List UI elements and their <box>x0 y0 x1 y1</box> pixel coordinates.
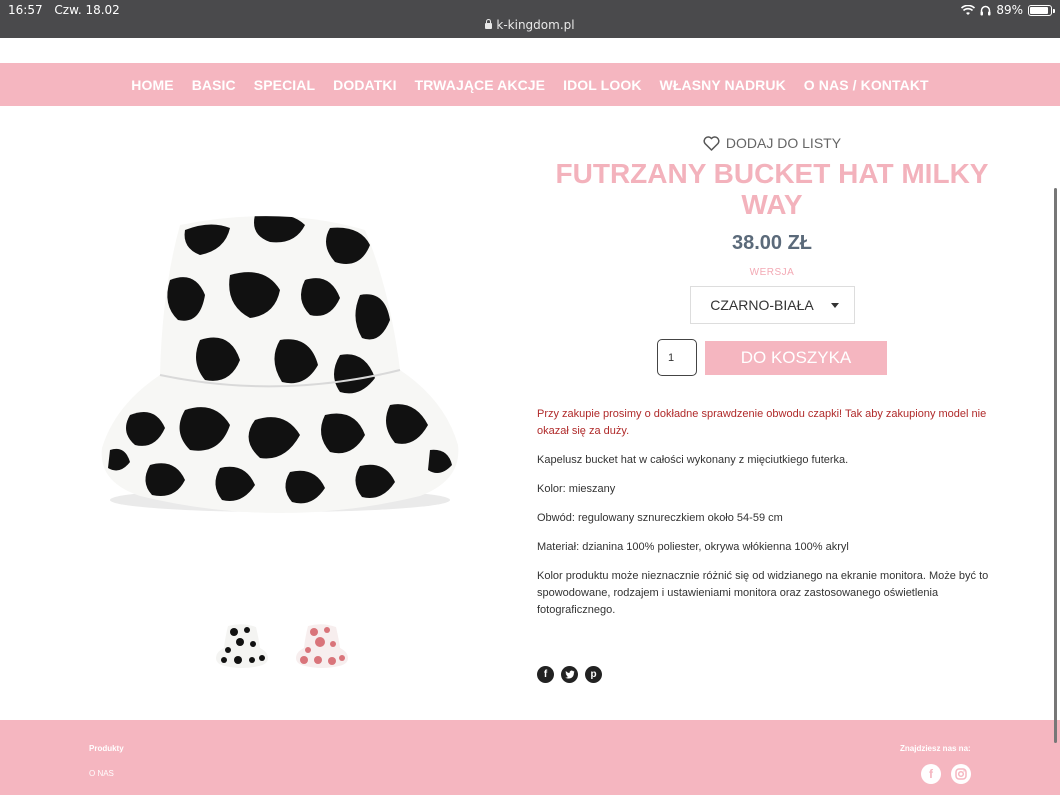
add-to-wishlist[interactable]: DODAJ DO LISTY <box>537 130 1007 156</box>
status-time: 16:57 <box>8 3 43 17</box>
nav-item-special[interactable]: SPECIAL <box>254 77 315 93</box>
nav-item-basic[interactable]: BASIC <box>192 77 236 93</box>
facebook-icon[interactable]: f <box>537 666 554 683</box>
product-title: FUTRZANY BUCKET HAT MILKY WAY <box>555 158 989 220</box>
variant-select[interactable]: CZARNO-BIAŁA <box>689 286 855 324</box>
thumbnail-list <box>214 620 350 670</box>
nav-item-idol-look[interactable]: IDOL LOOK <box>563 77 641 93</box>
pinterest-icon[interactable]: p <box>585 666 602 683</box>
status-icons: 89% <box>961 3 1055 17</box>
heart-icon <box>703 135 720 151</box>
variant-selected: CZARNO-BIAŁA <box>710 297 814 313</box>
battery-icon <box>1028 4 1055 16</box>
wishlist-label: DODAJ DO LISTY <box>725 135 842 151</box>
quantity-input[interactable]: 1 <box>657 339 697 376</box>
battery-fill <box>1030 6 1048 14</box>
add-to-cart-button[interactable]: DO KOSZYKA <box>705 340 887 375</box>
buy-row: 1 DO KOSZYKA <box>537 339 1007 376</box>
description-color: Kolor: mieszany <box>537 483 616 495</box>
product-image[interactable] <box>90 200 470 520</box>
product-description: Przy zakupie prosimy o dokładne sprawdze… <box>537 406 1007 619</box>
nav-item-nadruk[interactable]: WŁASNY NADRUK <box>660 77 786 93</box>
description-circumference: Obwód: regulowany sznureczkiem około 54-… <box>537 512 783 524</box>
wifi-icon <box>961 4 976 15</box>
page-scrollbar[interactable] <box>1054 188 1057 743</box>
nav-item-dodatki[interactable]: DODATKI <box>333 77 396 93</box>
nav-item-akcje[interactable]: TRWAJĄCE AKCJE <box>415 77 546 93</box>
footer-find-us: Znajdziesz nas na: <box>900 744 971 753</box>
share-icons: f p <box>537 666 602 683</box>
status-time-date: 16:57 Czw. 18.02 <box>8 3 128 17</box>
description-material: Materiał: dzianina 100% poliester, okryw… <box>537 541 849 553</box>
instagram-icon[interactable] <box>951 764 971 784</box>
nav-item-kontakt[interactable]: O NAS / KONTAKT <box>804 77 929 93</box>
url-text: k-kingdom.pl <box>496 18 575 32</box>
variant-label: WERSJA <box>749 267 795 278</box>
footer-products[interactable]: Produkty <box>89 744 124 753</box>
status-date: Czw. 18.02 <box>54 3 120 17</box>
headphones-icon <box>980 5 991 15</box>
footer-social-icons: f <box>921 764 971 784</box>
lock-icon <box>485 19 493 29</box>
description-disclaimer: Kolor produktu może nieznacznie różnić s… <box>537 570 989 616</box>
thumbnail-pink-white[interactable] <box>294 620 350 670</box>
status-bar: 16:57 Czw. 18.02 89% k-kingdom.pl <box>0 0 1060 38</box>
url-bar[interactable]: k-kingdom.pl <box>0 18 1060 32</box>
footer-about-link[interactable]: O NAS <box>89 769 114 778</box>
twitter-icon[interactable] <box>561 666 578 683</box>
battery-percent: 89% <box>996 3 1023 17</box>
product-details: DODAJ DO LISTY FUTRZANY BUCKET HAT MILKY… <box>537 130 1007 631</box>
footer: Produkty O NAS Znajdziesz nas na: f <box>0 720 1060 795</box>
description-paragraph: Kapelusz bucket hat w całości wykonany z… <box>537 454 849 466</box>
size-warning: Przy zakupie prosimy o dokładne sprawdze… <box>537 408 987 437</box>
chevron-down-icon <box>830 303 839 308</box>
thumbnail-black-white[interactable] <box>214 620 270 670</box>
main-nav: HOME BASIC SPECIAL DODATKI TRWAJĄCE AKCJ… <box>0 63 1060 106</box>
product-price: 38.00 ZŁ <box>731 232 813 254</box>
facebook-icon[interactable]: f <box>921 764 941 784</box>
nav-item-home[interactable]: HOME <box>131 77 173 93</box>
